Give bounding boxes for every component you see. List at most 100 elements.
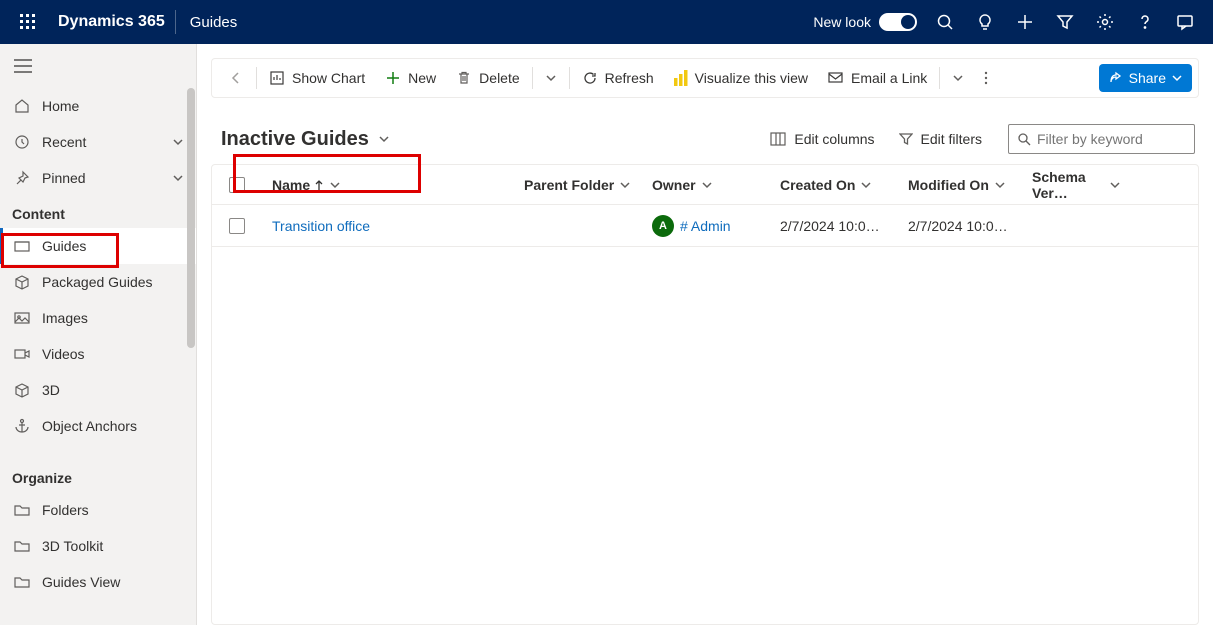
command-bar: Show Chart New Delete Refresh Visualize … — [211, 58, 1199, 98]
nav-images[interactable]: Images — [0, 300, 196, 336]
nav-label: Recent — [42, 134, 86, 150]
guide-icon — [12, 238, 32, 254]
chevron-down-icon — [172, 136, 184, 148]
nav-label: Pinned — [42, 170, 86, 186]
col-owner[interactable]: Owner — [642, 177, 770, 193]
nav-label: Guides — [42, 238, 86, 254]
share-icon — [1109, 71, 1123, 85]
trash-icon — [456, 70, 472, 86]
app-launcher-icon[interactable] — [8, 14, 48, 30]
refresh-button[interactable]: Refresh — [572, 59, 664, 97]
brand-label[interactable]: Dynamics 365 — [48, 10, 176, 34]
gear-icon[interactable] — [1085, 0, 1125, 44]
cmd-label: Email a Link — [851, 70, 927, 86]
nav-folders[interactable]: Folders — [0, 492, 196, 528]
topbar: Dynamics 365 Guides New look — [0, 0, 1213, 44]
plus-icon[interactable] — [1005, 0, 1045, 44]
col-parent[interactable]: Parent Folder — [514, 177, 642, 193]
chevron-down-icon — [330, 180, 340, 190]
vact-label: Edit columns — [794, 131, 874, 147]
app-name: Guides — [176, 14, 252, 31]
more-commands[interactable] — [974, 59, 998, 97]
help-icon[interactable] — [1125, 0, 1165, 44]
folder-icon — [12, 502, 32, 518]
home-icon — [12, 98, 32, 114]
share-button[interactable]: Share — [1099, 64, 1192, 92]
select-all[interactable] — [212, 177, 262, 193]
video-icon — [12, 346, 32, 362]
cmd-label: Delete — [479, 70, 519, 86]
col-created[interactable]: Created On — [770, 177, 898, 193]
nav-videos[interactable]: Videos — [0, 336, 196, 372]
sidebar-scrollbar[interactable] — [186, 44, 196, 625]
nav-label: 3D — [42, 382, 60, 398]
cmd-label: Show Chart — [292, 70, 365, 86]
nav-label: Videos — [42, 346, 85, 362]
table-row[interactable]: Transition office A # Admin 2/7/2024 10:… — [212, 205, 1198, 247]
row-name-link[interactable]: Transition office — [272, 218, 370, 234]
chevron-down-icon — [620, 180, 630, 190]
anchor-icon — [12, 418, 32, 434]
nav-packaged-guides[interactable]: Packaged Guides — [0, 264, 196, 300]
chevron-down-icon — [1110, 180, 1120, 190]
new-button[interactable]: New — [375, 59, 446, 97]
new-look-toggle[interactable]: New look — [813, 13, 917, 31]
nav-3d[interactable]: 3D — [0, 372, 196, 408]
nav-recent[interactable]: Recent — [0, 124, 196, 160]
delete-button[interactable]: Delete — [446, 59, 529, 97]
view-selector[interactable]: Inactive Guides — [215, 126, 397, 153]
package-icon — [12, 274, 32, 290]
nav-object-anchors[interactable]: Object Anchors — [0, 408, 196, 444]
email-dropdown[interactable] — [942, 59, 974, 97]
col-name[interactable]: Name — [262, 177, 514, 193]
row-modified: 2/7/2024 10:0… — [908, 218, 1008, 234]
sidebar: Home Recent Pinned Content Guides Packag… — [0, 44, 197, 625]
assistant-icon[interactable] — [1165, 0, 1205, 44]
show-chart-button[interactable]: Show Chart — [259, 59, 375, 97]
filter-icon[interactable] — [1045, 0, 1085, 44]
row-owner-link[interactable]: # Admin — [680, 218, 731, 234]
search-icon — [1017, 132, 1031, 146]
chevron-down-icon — [172, 172, 184, 184]
nav-pinned[interactable]: Pinned — [0, 160, 196, 196]
nav-guides-view[interactable]: Guides View — [0, 564, 196, 600]
powerbi-icon — [674, 70, 688, 86]
view-name: Inactive Guides — [221, 128, 369, 151]
chevron-down-icon — [861, 180, 871, 190]
cmd-label: Refresh — [605, 70, 654, 86]
chevron-down-icon — [377, 132, 391, 146]
filter-input-wrap[interactable] — [1008, 124, 1195, 154]
chevron-down-icon — [702, 180, 712, 190]
new-look-label: New look — [813, 14, 871, 30]
folder-icon — [12, 538, 32, 554]
chevron-down-icon — [995, 180, 1005, 190]
edit-columns-button[interactable]: Edit columns — [758, 125, 886, 153]
refresh-icon — [582, 70, 598, 86]
nav-label: Images — [42, 310, 88, 326]
row-checkbox[interactable] — [212, 218, 262, 234]
hamburger-icon[interactable] — [0, 44, 196, 88]
lightbulb-icon[interactable] — [965, 0, 1005, 44]
columns-icon — [770, 132, 786, 146]
nav-label: Home — [42, 98, 79, 114]
col-schema[interactable]: Schema Ver… — [1022, 169, 1130, 201]
vact-label: Edit filters — [921, 131, 982, 147]
back-button[interactable] — [218, 59, 254, 97]
folder-icon — [12, 574, 32, 590]
col-modified[interactable]: Modified On — [898, 177, 1022, 193]
nav-3d-toolkit[interactable]: 3D Toolkit — [0, 528, 196, 564]
nav-label: Guides View — [42, 574, 120, 590]
nav-guides[interactable]: Guides — [0, 228, 196, 264]
cmd-label: Share — [1129, 70, 1166, 86]
filter-input[interactable] — [1037, 131, 1186, 147]
delete-dropdown[interactable] — [535, 59, 567, 97]
edit-filters-button[interactable]: Edit filters — [887, 125, 994, 153]
sort-asc-icon — [314, 179, 324, 191]
visualize-button[interactable]: Visualize this view — [664, 59, 818, 97]
search-icon[interactable] — [925, 0, 965, 44]
nav-home[interactable]: Home — [0, 88, 196, 124]
section-organize: Organize — [0, 460, 196, 492]
email-link-button[interactable]: Email a Link — [818, 59, 937, 97]
clock-icon — [12, 134, 32, 150]
grid-header: Name Parent Folder Owner Created On — [212, 165, 1198, 205]
